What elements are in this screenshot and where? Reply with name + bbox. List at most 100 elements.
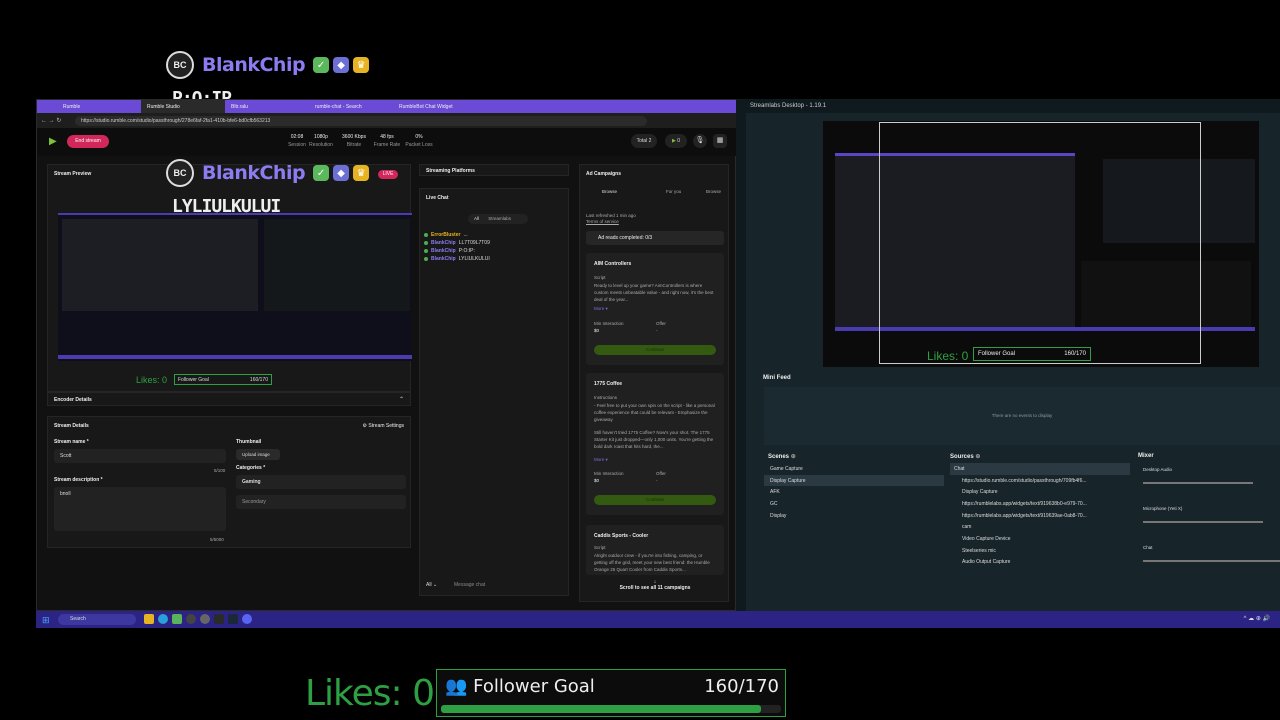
stream-details-title: Stream Details	[54, 423, 89, 429]
chevron-up-icon[interactable]: ⌃	[399, 396, 404, 403]
continue-button[interactable]: Continue	[594, 495, 716, 505]
mixer-panel: Desktop Audio Microphone (Yeti X) Chat	[1143, 467, 1280, 562]
file-explorer-icon[interactable]	[144, 614, 154, 624]
scene-item[interactable]: Display	[764, 510, 944, 522]
chat-message: BlankChip LL7T09L7T09	[424, 239, 564, 247]
obs-sidebar	[736, 113, 746, 611]
stream-settings-link[interactable]: ⚙ Stream Settings	[363, 423, 404, 429]
send-as-select[interactable]: All ⌄	[426, 582, 437, 588]
scene-item[interactable]: GC	[764, 498, 944, 510]
source-item[interactable]: cam	[950, 521, 1130, 533]
browser-tab[interactable]: Rumble	[57, 100, 141, 113]
source-item[interactable]: Display Capture	[950, 486, 1130, 498]
obs-icon[interactable]	[186, 614, 196, 624]
channel-logo-icon: BC	[166, 159, 194, 187]
encoder-title: Encoder Details	[54, 397, 92, 403]
overlay-chat-username-2: BC BlankChip ✓ ◆ ♛	[166, 158, 382, 188]
source-item[interactable]: Chat	[950, 463, 1130, 475]
stream-desc-count: 5/5000	[210, 537, 224, 542]
discord-icon[interactable]	[242, 614, 252, 624]
mixer-title: Mixer	[1138, 453, 1154, 459]
scene-item[interactable]: Game Capture	[764, 463, 944, 475]
scene-item[interactable]: AFK	[764, 486, 944, 498]
obs-preview: Likes: 0 Follower Goal 160/170	[823, 121, 1259, 367]
total-pill[interactable]: Total 2	[631, 134, 657, 148]
stat-packet-loss: 0% Packet Loss	[405, 134, 433, 148]
browser-tab[interactable]: Bltr.ralu	[225, 100, 309, 113]
volume-slider[interactable]	[1143, 521, 1263, 523]
tab-bar: Rumble Rumble Studio Bltr.ralu rumble-ch…	[37, 100, 737, 113]
end-stream-button[interactable]: End stream	[67, 135, 109, 148]
url-field[interactable]: https://studio.rumble.com/studio/passthr…	[75, 115, 647, 126]
selection-box[interactable]	[879, 122, 1201, 364]
source-item[interactable]: https://studio.rumble.com/studio/passthr…	[950, 475, 1130, 487]
stream-name-label: Stream name *	[54, 439, 89, 445]
stat-bitrate: 3600 Kbps Bitrate	[342, 134, 366, 148]
ad-tab[interactable]: For you	[666, 189, 681, 194]
stat-fps: 48 fps Frame Rate	[373, 134, 401, 148]
terms-link[interactable]: Terms of service	[586, 219, 619, 224]
streaming-platforms-panel[interactable]: Streaming Platforms	[419, 164, 569, 176]
scene-item-active[interactable]: Display Capture	[764, 474, 944, 487]
mic-icon[interactable]: 🎙	[693, 134, 707, 148]
scroll-hint[interactable]: ↓ Scroll to see all 11 campaigns	[580, 579, 730, 591]
encoder-details-panel[interactable]: Encoder Details ⌃	[47, 392, 411, 406]
volume-slider[interactable]	[1143, 560, 1280, 562]
stream-desc-input[interactable]: bnoll	[54, 487, 226, 531]
stream-name-count: 5/100	[214, 468, 226, 473]
streamlabs-window: Streamlabs Desktop - 1.19.1 Likes: 0 Fol…	[736, 99, 1280, 611]
source-item[interactable]: Video Capture Device	[950, 533, 1130, 545]
mixer-channel-label: Chat	[1143, 545, 1153, 550]
browser-tab[interactable]: rumble-chat - Search	[309, 100, 393, 113]
steam-icon[interactable]	[228, 614, 238, 624]
stream-desc-label: Stream description *	[54, 477, 103, 483]
ad-card: 1775 Coffee Instructions - Feel free to …	[586, 373, 724, 515]
browser-tab[interactable]: RumbleBot Chat Widget	[393, 100, 477, 113]
browser-tab-active[interactable]: Rumble Studio	[141, 100, 225, 113]
overlay-username: BlankChip	[202, 162, 306, 184]
users-icon: 👥	[445, 676, 468, 697]
taskbar-search[interactable]: Search	[58, 614, 136, 625]
chat-message-input[interactable]: Message chat	[454, 579, 558, 591]
stream-name-input[interactable]: Scott	[54, 449, 226, 463]
chat-message: BlankChip P:O:IP:	[424, 247, 564, 255]
preview-taskbar	[58, 355, 412, 359]
windows-start-icon[interactable]: ⊞	[42, 615, 50, 626]
source-item[interactable]: https://rumblelabs.app/widgets/text/9196…	[950, 498, 1130, 510]
category-secondary-select[interactable]: Secondary	[236, 495, 406, 509]
mixer-channel-label: Microphone (Yeti X)	[1143, 506, 1183, 511]
edge-icon[interactable]	[158, 614, 168, 624]
app-icon[interactable]	[214, 614, 224, 624]
category-primary-select[interactable]: Gaming	[236, 475, 406, 489]
store-icon[interactable]	[172, 614, 182, 624]
volume-slider[interactable]	[1143, 482, 1253, 484]
thumbnail-label: Thumbnail	[236, 439, 262, 445]
mini-feed-area: There are no events to display	[764, 387, 1280, 445]
preview-nested-obs	[264, 219, 410, 311]
ad-tab[interactable]: Browse	[706, 189, 721, 194]
address-bar: ← → ↻ https://studio.rumble.com/studio/p…	[37, 113, 737, 128]
overlay-message-mid: LYLIULKULUI	[172, 196, 281, 217]
viewers-pill[interactable]: ▶ 0	[665, 134, 687, 148]
overlay-username: BlankChip	[202, 54, 306, 76]
crown-badge-icon: ♛	[353, 57, 370, 73]
system-tray-icon[interactable]: ^ ☁ ⊕ 🔊	[1244, 615, 1270, 622]
shield-badge-icon: ◆	[333, 57, 350, 73]
ad-tab[interactable]: Browse	[602, 189, 617, 194]
streaming-platforms-title: Streaming Platforms	[426, 168, 475, 174]
stat-resolution: 1080p Resolution	[309, 134, 333, 148]
upload-image-button[interactable]: Upload image	[236, 449, 280, 460]
chat-filter[interactable]: All Streamlabs	[468, 214, 528, 224]
layout-grid-icon[interactable]: ▦	[713, 134, 727, 148]
chrome-icon[interactable]	[200, 614, 210, 624]
rumble-logo-icon: ▶	[49, 136, 57, 147]
source-item[interactable]: https://rumblelabs.app/widgets/text/9196…	[950, 510, 1130, 522]
continue-button[interactable]: Continue	[594, 345, 716, 355]
follower-goal-label: 👥 Follower Goal	[445, 676, 595, 697]
source-item[interactable]: Audio Output Capture	[950, 557, 1130, 565]
source-item[interactable]: Steelseries mic	[950, 545, 1130, 557]
overlay-chat-username: BC BlankChip ✓ ◆ ♛	[166, 50, 382, 80]
channel-logo-icon: BC	[166, 51, 194, 79]
preview-likes: Likes: 0	[136, 375, 168, 385]
nav-arrows-icon[interactable]: ← → ↻	[41, 117, 61, 124]
